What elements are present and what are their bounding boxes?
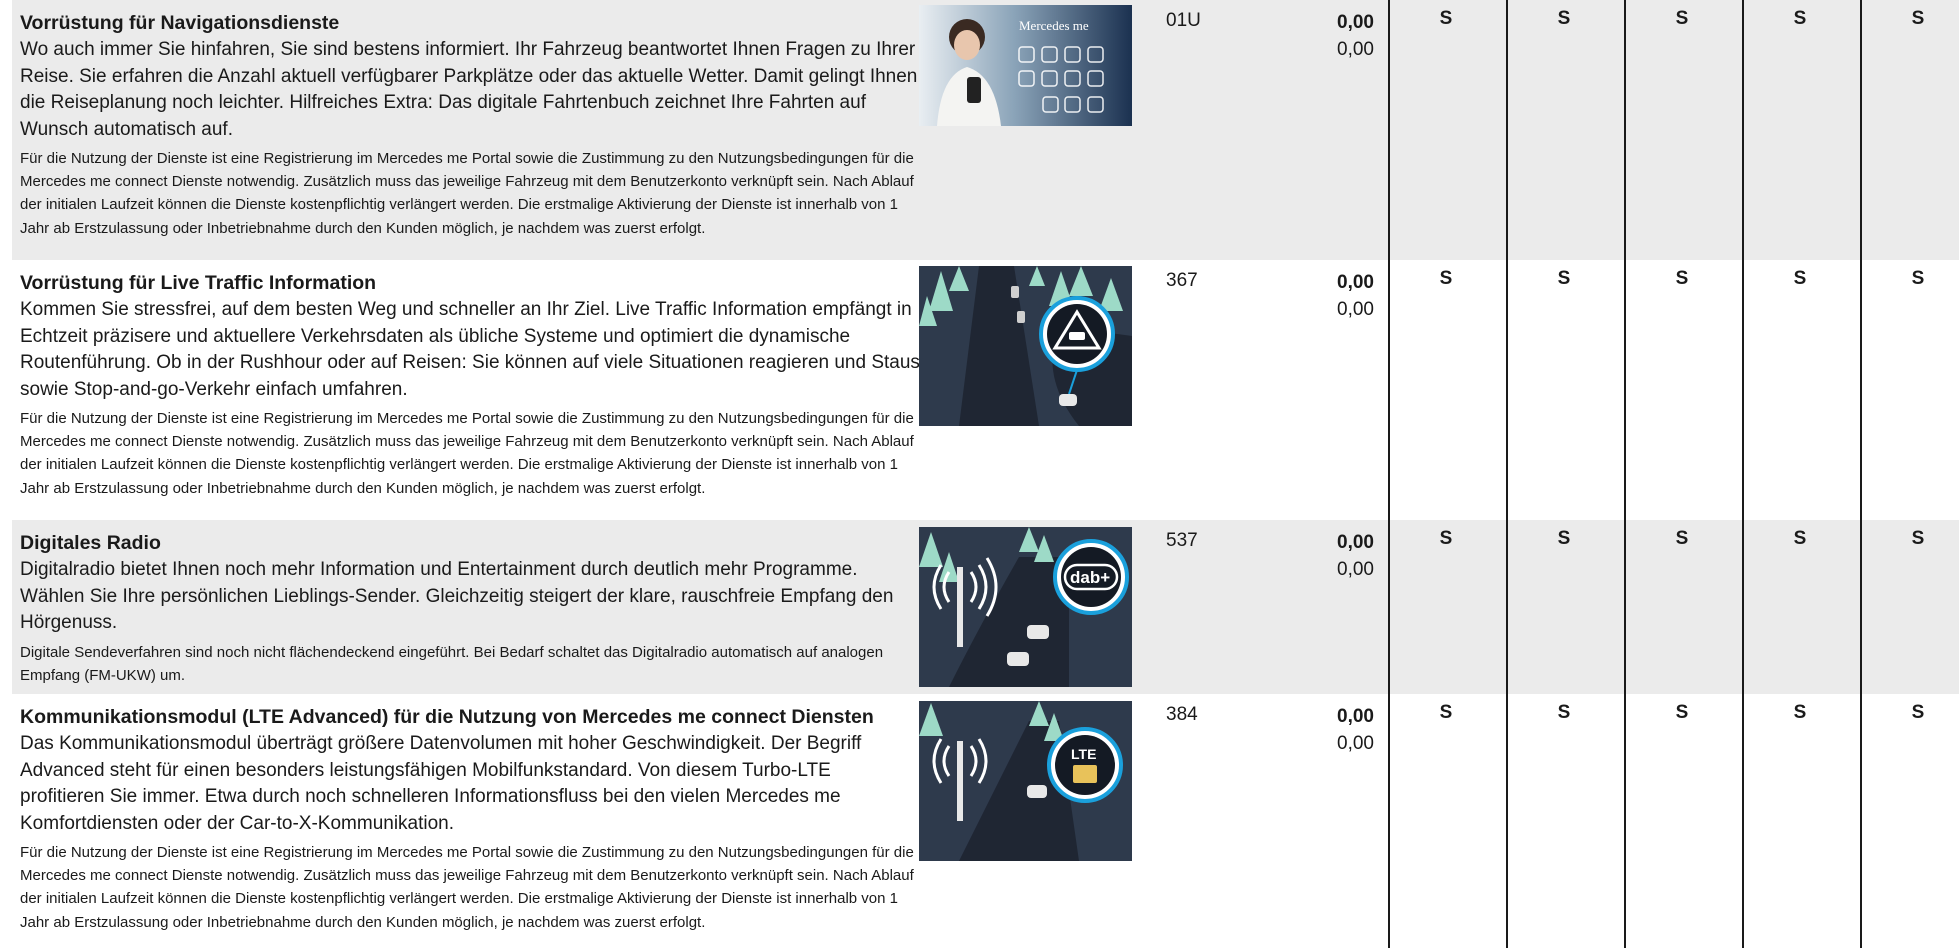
- column-divider: [1742, 0, 1744, 948]
- option-title: Digitales Radio: [20, 532, 161, 554]
- option-description: Kommunikationsmodul (LTE Advanced) für d…: [20, 704, 920, 934]
- option-price: 0,00 0,00: [1264, 529, 1374, 583]
- option-code: 367: [1166, 270, 1198, 291]
- option-row-navigation: Vorrüstung für Navigationsdienste Wo auc…: [12, 0, 1959, 260]
- standard-mark-3: S: [1675, 528, 1689, 549]
- column-divider: [1860, 0, 1862, 948]
- option-description: Vorrüstung für Live Traffic Information …: [20, 270, 920, 500]
- standard-mark-5: S: [1911, 8, 1925, 29]
- price-gross: 0,00: [1337, 733, 1374, 754]
- column-divider: [1624, 0, 1626, 948]
- option-code: 01U: [1166, 10, 1201, 31]
- option-description: Digitales Radio Digitalradio bietet Ihne…: [20, 530, 920, 687]
- standard-mark-5: S: [1911, 702, 1925, 723]
- standard-mark-3: S: [1675, 8, 1689, 29]
- price-net: 0,00: [1337, 706, 1374, 727]
- standard-mark-2: S: [1557, 702, 1571, 723]
- option-text: Das Kommunikationsmodul überträgt größer…: [20, 733, 862, 834]
- option-footnote: Für die Nutzung der Dienste ist eine Reg…: [20, 150, 914, 237]
- dab-plus-logo-text: dab+: [1070, 568, 1110, 587]
- price-net: 0,00: [1337, 532, 1374, 553]
- option-price: 0,00 0,00: [1264, 9, 1374, 63]
- standard-mark-5: S: [1911, 268, 1925, 289]
- column-divider: [1388, 0, 1390, 948]
- option-footnote: Für die Nutzung der Dienste ist eine Reg…: [20, 410, 914, 497]
- standard-mark-3: S: [1675, 268, 1689, 289]
- standard-mark-1: S: [1439, 8, 1453, 29]
- digital-radio-image: dab+: [919, 527, 1132, 687]
- price-gross: 0,00: [1337, 559, 1374, 580]
- mercedes-me-logo-text: Mercedes me: [1019, 18, 1089, 33]
- standard-mark-3: S: [1675, 702, 1689, 723]
- option-footnote: Für die Nutzung der Dienste ist eine Reg…: [20, 844, 914, 931]
- option-row-live-traffic: Vorrüstung für Live Traffic Information …: [12, 260, 1959, 520]
- option-code: 384: [1166, 704, 1198, 725]
- navigation-services-image: Mercedes me: [919, 5, 1132, 165]
- standard-mark-1: S: [1439, 702, 1453, 723]
- option-row-communication-module: Kommunikationsmodul (LTE Advanced) für d…: [12, 694, 1959, 948]
- standard-mark-2: S: [1557, 8, 1571, 29]
- option-description: Vorrüstung für Navigationsdienste Wo auc…: [20, 10, 920, 240]
- option-title: Kommunikationsmodul (LTE Advanced) für d…: [20, 706, 874, 728]
- standard-mark-2: S: [1557, 528, 1571, 549]
- column-divider: [1506, 0, 1508, 948]
- price-gross: 0,00: [1337, 39, 1374, 60]
- option-price: 0,00 0,00: [1264, 703, 1374, 757]
- price-net: 0,00: [1337, 272, 1374, 293]
- standard-mark-4: S: [1793, 8, 1807, 29]
- standard-mark-2: S: [1557, 268, 1571, 289]
- lte-module-image: LTE: [919, 701, 1132, 861]
- option-price: 0,00 0,00: [1264, 269, 1374, 323]
- price-gross: 0,00: [1337, 299, 1374, 320]
- price-net: 0,00: [1337, 12, 1374, 33]
- option-row-digital-radio: Digitales Radio Digitalradio bietet Ihne…: [12, 520, 1959, 694]
- option-text: Kommen Sie stressfrei, auf dem besten We…: [20, 299, 920, 400]
- option-title: Vorrüstung für Navigationsdienste: [20, 12, 340, 34]
- standard-mark-4: S: [1793, 528, 1807, 549]
- option-footnote: Digitale Sendeverfahren sind noch nicht …: [20, 643, 884, 684]
- standard-mark-4: S: [1793, 268, 1807, 289]
- live-traffic-image: [919, 266, 1132, 426]
- lte-label-text: LTE: [1071, 746, 1096, 762]
- option-title: Vorrüstung für Live Traffic Information: [20, 272, 377, 294]
- standard-mark-4: S: [1793, 702, 1807, 723]
- standard-mark-5: S: [1911, 528, 1925, 549]
- option-text: Digitalradio bietet Ihnen noch mehr Info…: [20, 559, 894, 633]
- option-code: 537: [1166, 530, 1198, 551]
- standard-mark-1: S: [1439, 528, 1453, 549]
- standard-mark-1: S: [1439, 268, 1453, 289]
- option-text: Wo auch immer Sie hinfahren, Sie sind be…: [20, 39, 918, 140]
